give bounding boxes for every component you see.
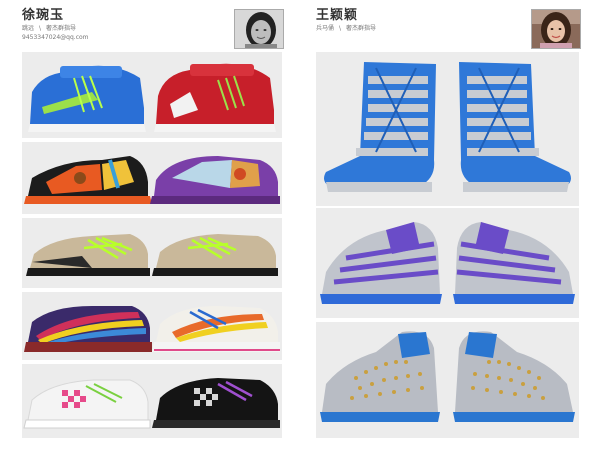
left-avatar [234,9,284,49]
shoe-photo-4[interactable] [22,292,282,360]
shoe-photo-8[interactable] [316,322,579,438]
shoe-photo-6[interactable] [316,52,579,206]
designer-org: 奢杰群指导 [46,25,77,32]
designer-name: 徐琬玉 [22,8,65,23]
shoe-photo-5[interactable] [22,364,282,438]
shoe-photo-2[interactable] [22,142,282,214]
left-profile: 徐琬玉 跳远 \ 奢杰群指导 9453347024@qq.com [22,8,89,42]
designer-meta: 跳远 \ 奢杰群指导 [22,25,77,32]
shoe-photo-3[interactable] [22,218,282,288]
designer-role: 跳远 [22,25,35,32]
shoe-photo-1[interactable] [22,52,282,138]
lowtop-tan-lime-lace-sneakers [22,218,282,288]
silver-purple-strap-sneakers [316,208,579,318]
silver-blue-cage-boots [316,52,579,206]
woman-portrait-grayscale-icon [235,10,283,48]
white-black-checker-sneakers [22,364,282,438]
designer-meta: 兵马俑 \ 奢杰群指导 [316,25,377,32]
shoe-photo-7[interactable] [316,208,579,318]
right-avatar [531,9,581,49]
rainbow-stripe-sneakers [22,292,282,360]
designer-name: 王颖颖 [316,8,359,23]
patchwork-orange-purple-sneakers [22,142,282,214]
designer-email[interactable]: 9453347024@qq.com [22,34,89,42]
woman-portrait-color-icon [532,10,580,48]
hightop-blue-red-strap-sneakers [22,52,282,138]
designer-role: 兵马俑 [316,25,335,32]
designer-org: 奢杰群指导 [346,25,377,32]
right-profile: 王颖颖 兵马俑 \ 奢杰群指导 [316,8,376,34]
silver-blue-studded-hightops [316,322,579,438]
